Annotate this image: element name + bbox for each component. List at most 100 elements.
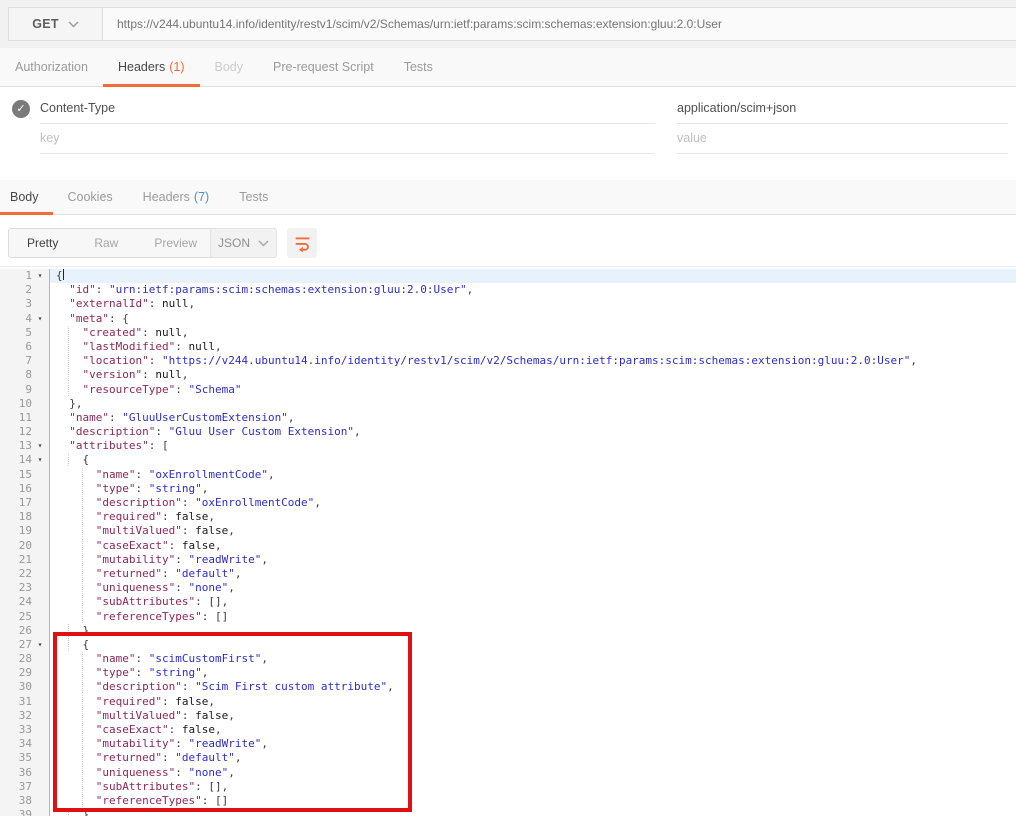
tab-headers[interactable]: Headers(1) xyxy=(103,48,200,86)
code-text[interactable]: "location": "https://v244.ubuntu14.info/… xyxy=(50,354,1016,368)
postman-app: GET https://v244.ubuntu14.info/identity/… xyxy=(0,0,1016,816)
gutter-cell: 36 xyxy=(0,766,50,780)
response-tab-headers[interactable]: Headers(7) xyxy=(128,180,225,214)
code-line: 13▾ "attributes": [ xyxy=(0,439,1016,453)
view-mode-preview[interactable]: Preview xyxy=(136,229,215,257)
gutter-cell: 22 xyxy=(0,567,50,581)
header-key-field[interactable]: Content-Type xyxy=(40,94,655,124)
code-text[interactable]: { xyxy=(50,453,1016,467)
fold-arrow-icon[interactable]: ▾ xyxy=(32,269,48,283)
code-text[interactable]: "uniqueness": "none", xyxy=(50,766,1016,780)
code-line: 39 }, xyxy=(0,808,1016,816)
fold-slot xyxy=(32,666,48,680)
code-text[interactable]: "version": null, xyxy=(50,368,1016,382)
code-text[interactable]: "uniqueness": "none", xyxy=(50,581,1016,595)
response-tab-cookies[interactable]: Cookies xyxy=(53,180,128,214)
code-text[interactable]: { xyxy=(50,269,1016,283)
fold-arrow-icon[interactable]: ▾ xyxy=(32,439,48,453)
code-line: 27▾ { xyxy=(0,638,1016,652)
code-text[interactable]: "caseExact": false, xyxy=(50,723,1016,737)
tab-body[interactable]: Body xyxy=(200,48,259,86)
format-select[interactable]: JSON xyxy=(210,228,277,258)
code-text[interactable]: "referenceTypes": [] xyxy=(50,794,1016,808)
code-text[interactable]: "externalId": null, xyxy=(50,297,1016,311)
code-line: 9 "resourceType": "Schema" xyxy=(0,383,1016,397)
code-text[interactable]: "meta": { xyxy=(50,312,1016,326)
code-text[interactable]: "referenceTypes": [] xyxy=(50,610,1016,624)
fold-slot xyxy=(32,297,48,311)
fold-arrow-icon[interactable]: ▾ xyxy=(32,638,48,652)
gutter-cell: 2 xyxy=(0,283,50,297)
code-text[interactable]: "lastModified": null, xyxy=(50,340,1016,354)
code-text[interactable]: "mutability": "readWrite", xyxy=(50,737,1016,751)
line-number: 30 xyxy=(0,680,32,694)
code-text[interactable]: { xyxy=(50,638,1016,652)
code-line: 25 "referenceTypes": [] xyxy=(0,610,1016,624)
code-text[interactable]: "type": "string", xyxy=(50,482,1016,496)
method-label: GET xyxy=(32,17,59,31)
code-text[interactable]: "required": false, xyxy=(50,695,1016,709)
fold-arrow-icon[interactable]: ▾ xyxy=(32,453,48,467)
header-key-input[interactable]: key xyxy=(40,124,655,154)
code-text[interactable]: "attributes": [ xyxy=(50,439,1016,453)
code-text[interactable]: "required": false, xyxy=(50,510,1016,524)
gutter-cell: 14▾ xyxy=(0,453,50,467)
method-select[interactable]: GET xyxy=(8,7,103,41)
fold-slot xyxy=(32,737,48,751)
code-text[interactable]: "id": "urn:ietf:params:scim:schemas:exte… xyxy=(50,283,1016,297)
response-tab-tests[interactable]: Tests xyxy=(224,180,283,214)
code-text[interactable]: "description": "Scim First custom attrib… xyxy=(50,680,1016,694)
code-text[interactable]: "subAttributes": [], xyxy=(50,595,1016,609)
fold-slot xyxy=(32,794,48,808)
tab-tests[interactable]: Tests xyxy=(389,48,448,86)
code-text[interactable]: "name": "scimCustomFirst", xyxy=(50,652,1016,666)
gutter-cell: 28 xyxy=(0,652,50,666)
code-text[interactable]: "created": null, xyxy=(50,326,1016,340)
code-text[interactable]: "type": "string", xyxy=(50,666,1016,680)
header-enabled-checkbox[interactable]: ✓ xyxy=(12,100,30,118)
line-number: 36 xyxy=(0,766,32,780)
code-text[interactable]: "name": "GluuUserCustomExtension", xyxy=(50,411,1016,425)
fold-slot xyxy=(32,751,48,765)
code-text[interactable]: "description": "Gluu User Custom Extensi… xyxy=(50,425,1016,439)
code-line: 10 }, xyxy=(0,397,1016,411)
code-text[interactable]: "multiValued": false, xyxy=(50,524,1016,538)
gutter-cell: 4▾ xyxy=(0,312,50,326)
code-text[interactable]: }, xyxy=(50,397,1016,411)
code-text[interactable]: }, xyxy=(50,624,1016,638)
header-value-field[interactable]: application/scim+json xyxy=(677,94,1008,124)
line-number: 35 xyxy=(0,751,32,765)
gutter-cell: 9 xyxy=(0,383,50,397)
response-tab-body[interactable]: Body xyxy=(0,180,53,214)
view-mode-raw[interactable]: Raw xyxy=(76,229,136,257)
tab-authorization[interactable]: Authorization xyxy=(0,48,103,86)
code-text[interactable]: "resourceType": "Schema" xyxy=(50,383,1016,397)
code-text[interactable]: "name": "oxEnrollmentCode", xyxy=(50,468,1016,482)
line-number: 6 xyxy=(0,340,32,354)
code-text[interactable]: "mutability": "readWrite", xyxy=(50,553,1016,567)
line-number: 10 xyxy=(0,397,32,411)
code-text[interactable]: "multiValued": false, xyxy=(50,709,1016,723)
code-text[interactable]: "subAttributes": [], xyxy=(50,780,1016,794)
code-text[interactable]: "returned": "default", xyxy=(50,751,1016,765)
url-input[interactable]: https://v244.ubuntu14.info/identity/rest… xyxy=(103,7,1016,41)
tab-pre-request-script[interactable]: Pre-request Script xyxy=(258,48,389,86)
fold-arrow-icon[interactable]: ▾ xyxy=(32,312,48,326)
gutter-cell: 3 xyxy=(0,297,50,311)
text-cursor xyxy=(63,269,64,280)
check-icon: ✓ xyxy=(16,104,25,115)
fold-slot xyxy=(32,766,48,780)
code-text[interactable]: }, xyxy=(50,808,1016,816)
gutter-cell: 39 xyxy=(0,808,50,816)
header-value-input[interactable]: value xyxy=(677,124,1008,154)
indent-guide xyxy=(82,581,90,594)
view-mode-pretty[interactable]: Pretty xyxy=(9,229,76,257)
code-text[interactable]: "caseExact": false, xyxy=(50,539,1016,553)
header-row-empty: key value xyxy=(0,124,1016,154)
code-line: 34 "mutability": "readWrite", xyxy=(0,737,1016,751)
code-text[interactable]: "description": "oxEnrollmentCode", xyxy=(50,496,1016,510)
wrap-text-button[interactable] xyxy=(287,228,317,258)
fold-slot xyxy=(32,709,48,723)
code-text[interactable]: "returned": "default", xyxy=(50,567,1016,581)
indent-guide xyxy=(68,340,76,353)
